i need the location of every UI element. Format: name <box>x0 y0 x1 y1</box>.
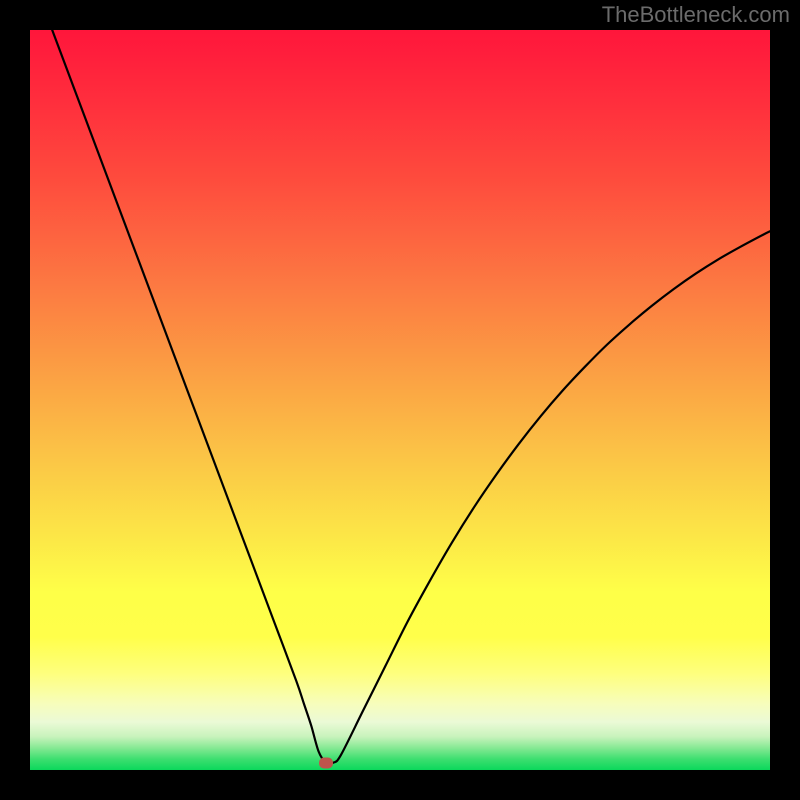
bottleneck-curve <box>30 30 770 770</box>
minimum-marker <box>319 757 333 768</box>
watermark-label: TheBottleneck.com <box>602 2 790 28</box>
plot-area <box>30 30 770 770</box>
chart-root: TheBottleneck.com <box>0 0 800 800</box>
